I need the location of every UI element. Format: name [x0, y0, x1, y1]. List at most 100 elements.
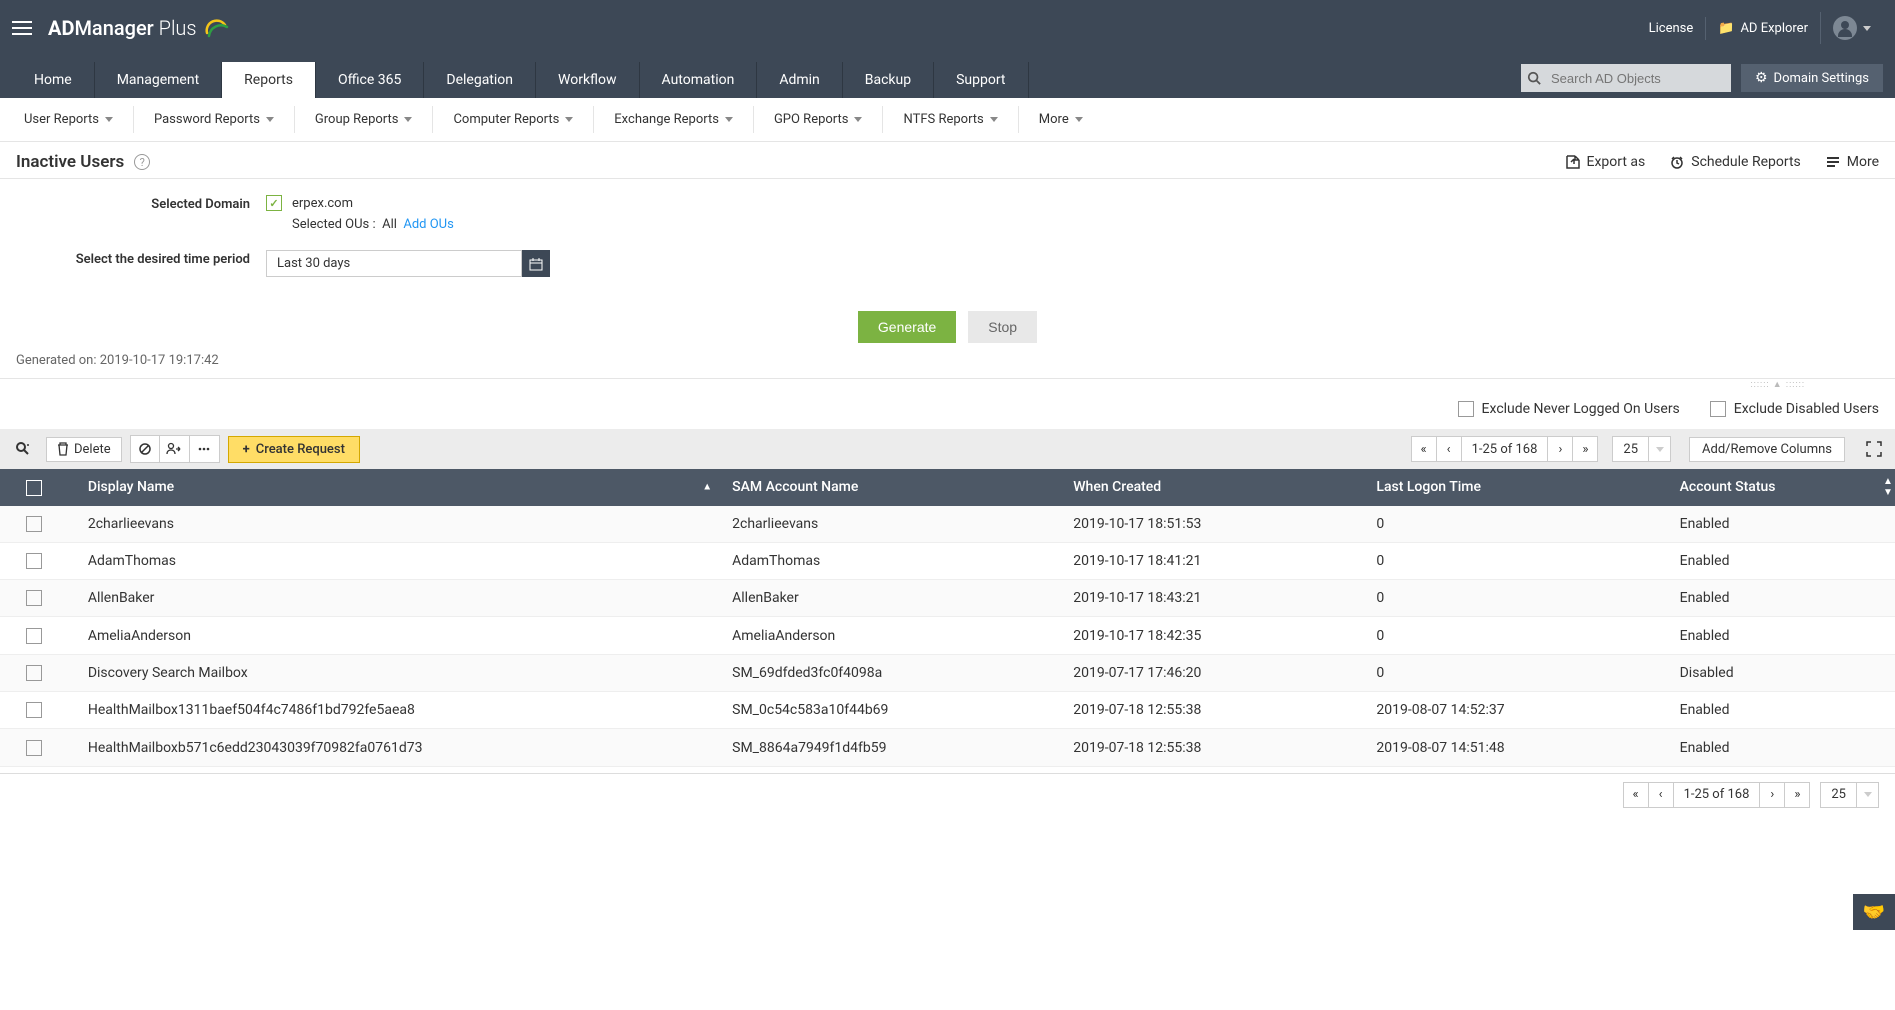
col-last-logon[interactable]: Last Logon Time [1364, 469, 1667, 505]
sub-tab-user-reports[interactable]: User Reports [4, 106, 133, 133]
pager-first-bottom[interactable]: « [1623, 782, 1649, 808]
sub-tab-password-reports[interactable]: Password Reports [133, 106, 294, 133]
main-tab-office-365[interactable]: Office 365 [316, 62, 424, 98]
sub-tab-computer-reports[interactable]: Computer Reports [432, 106, 593, 133]
table-row[interactable]: HealthMailboxb571c6edd23043039f70982fa07… [0, 729, 1895, 766]
main-tab-workflow[interactable]: Workflow [536, 62, 640, 98]
main-tab-support[interactable]: Support [934, 62, 1028, 98]
pager-prev[interactable]: ‹ [1436, 436, 1462, 462]
scroll-arrow-icon[interactable]: ▲▼ [1881, 469, 1895, 505]
row-checkbox[interactable] [26, 665, 42, 681]
move-user-icon[interactable] [160, 435, 190, 463]
cell-sam-account: AdamThomas [720, 542, 1061, 579]
row-checkbox[interactable] [26, 590, 42, 606]
pager-prev-bottom[interactable]: ‹ [1648, 782, 1674, 808]
search-box[interactable] [1521, 64, 1731, 92]
page-title: Inactive Users [16, 152, 124, 172]
delete-button[interactable]: Delete [46, 437, 122, 462]
domain-checkbox[interactable]: ✓ [266, 195, 282, 211]
search-icon[interactable] [1521, 71, 1547, 85]
fullscreen-icon[interactable] [1861, 436, 1887, 462]
cell-display-name: AmeliaAnderson [76, 617, 720, 654]
schedule-reports-button[interactable]: Schedule Reports [1669, 154, 1800, 170]
license-link[interactable]: License [1637, 17, 1706, 40]
table-row[interactable]: Discovery Search MailboxSM_69dfded3fc0f4… [0, 654, 1895, 691]
sub-tab-group-reports[interactable]: Group Reports [294, 106, 433, 133]
calendar-icon[interactable] [522, 250, 550, 277]
page-size-select[interactable]: 25 [1612, 436, 1671, 462]
more-button[interactable]: More [1825, 154, 1879, 170]
cell-sam-account: 2charlieevans [720, 506, 1061, 543]
col-account-status[interactable]: Account Status▲▼ [1668, 469, 1895, 505]
main-tab-home[interactable]: Home [12, 62, 95, 98]
page-size-select-bottom[interactable]: 25 [1820, 782, 1879, 808]
sub-tab-ntfs-reports[interactable]: NTFS Reports [882, 106, 1017, 133]
time-period-value[interactable]: Last 30 days [266, 250, 522, 277]
main-tab-automation[interactable]: Automation [640, 62, 758, 98]
table-row[interactable]: 2charlieevans2charlieevans2019-10-17 18:… [0, 506, 1895, 543]
more-actions-icon[interactable] [190, 435, 220, 463]
row-checkbox[interactable] [26, 702, 42, 718]
help-icon[interactable]: ? [134, 154, 150, 170]
add-ous-link[interactable]: Add OUs [403, 217, 453, 232]
pager-last[interactable]: » [1572, 436, 1598, 462]
create-request-button[interactable]: +Create Request [228, 436, 360, 463]
pager-last-bottom[interactable]: » [1784, 782, 1810, 808]
generate-button[interactable]: Generate [858, 311, 956, 343]
stop-button[interactable]: Stop [968, 311, 1037, 343]
cell-when-created: 2019-10-17 18:43:21 [1061, 580, 1364, 617]
sub-tab-gpo-reports[interactable]: GPO Reports [753, 106, 883, 133]
more-icon [1825, 154, 1841, 170]
row-checkbox[interactable] [26, 740, 42, 756]
chevron-down-icon [565, 117, 573, 122]
user-menu[interactable] [1820, 12, 1883, 44]
add-remove-columns-button[interactable]: Add/Remove Columns [1689, 437, 1845, 462]
col-display-name[interactable]: Display Name▲ [76, 469, 720, 505]
selected-ous-label: Selected OUs : [292, 217, 376, 232]
cell-last-logon: 2019-08-07 14:51:48 [1364, 729, 1667, 766]
sub-tab-exchange-reports[interactable]: Exchange Reports [593, 106, 753, 133]
chevron-down-icon [1857, 782, 1879, 808]
splitter-handle[interactable]: :::::: ▲ :::::: [0, 379, 1895, 389]
pager-next-bottom[interactable]: › [1759, 782, 1785, 808]
domain-settings-button[interactable]: Domain Settings [1741, 64, 1883, 92]
col-sam-account[interactable]: SAM Account Name [720, 469, 1061, 505]
pager-text: 1-25 of 168 [1461, 436, 1549, 462]
main-tab-backup[interactable]: Backup [843, 62, 934, 98]
table-row[interactable]: HealthMailbox1311baef504f4c7486f1bd792fe… [0, 692, 1895, 729]
row-checkbox[interactable] [26, 628, 42, 644]
plus-icon: + [243, 442, 250, 457]
main-tab-management[interactable]: Management [95, 62, 222, 98]
sub-nav: User Reports Password Reports Group Repo… [0, 98, 1895, 142]
advanced-search-icon[interactable] [8, 435, 38, 463]
cell-account-status: Enabled [1668, 692, 1895, 729]
exclude-disabled-checkbox[interactable]: Exclude Disabled Users [1710, 401, 1879, 417]
sub-tab-more[interactable]: More [1018, 106, 1103, 133]
pager-bottom: « ‹ 1-25 of 168 › » [1624, 782, 1811, 808]
pager-next[interactable]: › [1547, 436, 1573, 462]
chevron-down-icon [1649, 436, 1671, 462]
disable-circle-icon[interactable] [130, 435, 160, 463]
feedback-float-button[interactable]: 🤝 [1853, 894, 1895, 930]
select-all-header[interactable] [0, 469, 76, 505]
export-as-button[interactable]: Export as [1565, 154, 1646, 170]
main-tab-reports[interactable]: Reports [222, 62, 316, 98]
chevron-down-icon [1863, 26, 1871, 31]
main-tab-delegation[interactable]: Delegation [424, 62, 536, 98]
table-row[interactable]: AllenBakerAllenBaker2019-10-17 18:43:210… [0, 580, 1895, 617]
table-row[interactable]: AdamThomasAdamThomas2019-10-17 18:41:210… [0, 542, 1895, 579]
exclude-never-logged-checkbox[interactable]: Exclude Never Logged On Users [1458, 401, 1680, 417]
main-tab-admin[interactable]: Admin [757, 62, 842, 98]
adexplorer-link[interactable]: 📁AD Explorer [1705, 17, 1820, 40]
col-when-created[interactable]: When Created [1061, 469, 1364, 505]
row-checkbox[interactable] [26, 516, 42, 532]
main-tabs: HomeManagementReportsOffice 365Delegatio… [12, 62, 1029, 98]
cell-last-logon: 0 [1364, 506, 1667, 543]
menu-icon[interactable] [12, 21, 32, 35]
cell-last-logon: 0 [1364, 617, 1667, 654]
pager-first[interactable]: « [1411, 436, 1437, 462]
table-row[interactable]: AmeliaAndersonAmeliaAnderson2019-10-17 1… [0, 617, 1895, 654]
search-input[interactable] [1547, 67, 1731, 90]
cell-account-status: Enabled [1668, 506, 1895, 543]
row-checkbox[interactable] [26, 553, 42, 569]
